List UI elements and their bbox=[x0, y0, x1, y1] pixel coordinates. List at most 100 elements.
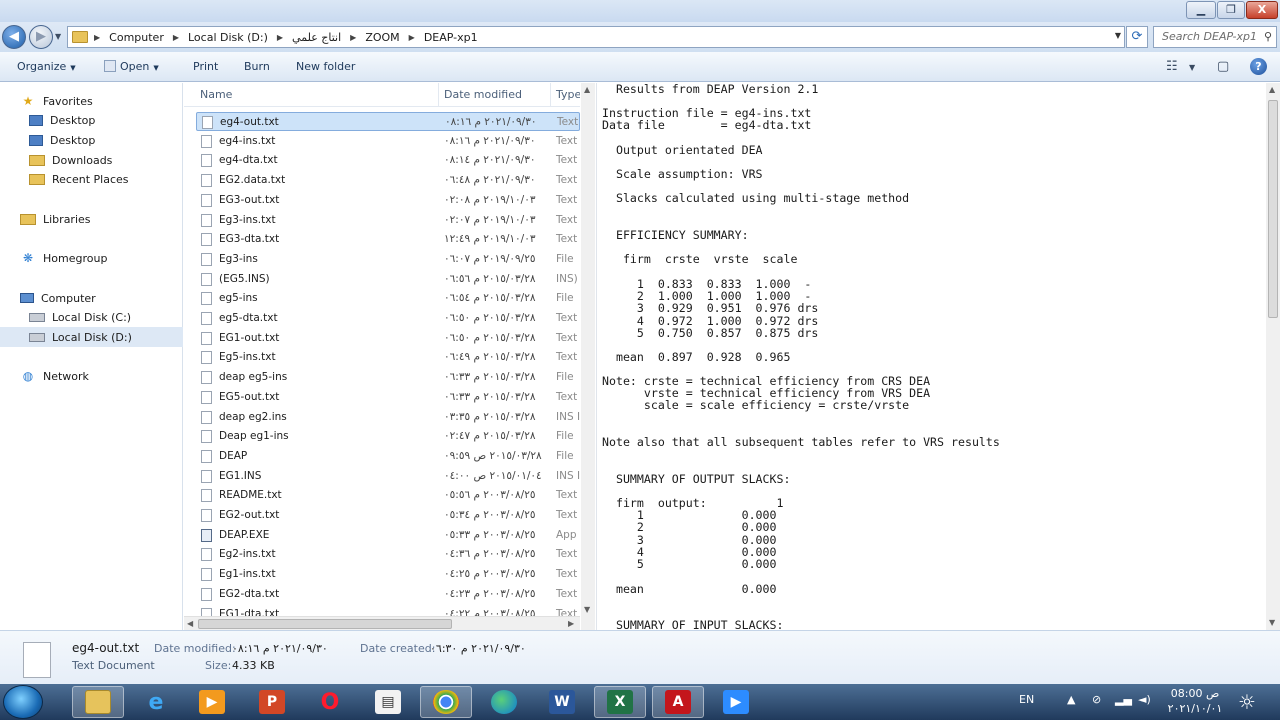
preview-pane-icon[interactable]: ▢ bbox=[1217, 59, 1229, 74]
chevron-right-icon[interactable]: ▶ bbox=[277, 33, 283, 42]
scroll-left-icon[interactable]: ◀ bbox=[187, 619, 193, 628]
nav-libraries[interactable]: Libraries bbox=[0, 209, 183, 229]
taskbar-edge[interactable] bbox=[478, 686, 530, 718]
taskbar-powerpoint[interactable]: P bbox=[246, 686, 298, 718]
nav-favorites[interactable]: ★ Favorites bbox=[0, 91, 183, 111]
language-indicator[interactable]: EN bbox=[1019, 693, 1034, 706]
scroll-down-icon[interactable]: ▼ bbox=[584, 605, 590, 614]
file-row[interactable]: Eg1-ins.txt ٢٠٠٣/٠٨/٢٥ م ٠٤:٢٥ Text bbox=[196, 565, 580, 584]
scrollbar-thumb[interactable] bbox=[198, 619, 452, 629]
maximize-button[interactable]: ❐ bbox=[1217, 1, 1245, 19]
taskbar-chrome[interactable] bbox=[420, 686, 472, 718]
file-row[interactable]: Eg3-ins ٢٠١٩/٠٩/٢٥ م ٠٦:٠٧ File bbox=[196, 250, 580, 269]
column-divider[interactable] bbox=[438, 83, 439, 107]
view-options-icon[interactable]: ☷ bbox=[1166, 59, 1178, 74]
nav-recent-places[interactable]: Recent Places bbox=[0, 169, 183, 189]
scroll-up-icon[interactable]: ▲ bbox=[1269, 85, 1275, 94]
file-row[interactable]: EG2-dta.txt ٢٠٠٣/٠٨/٢٥ م ٠٤:٢٣ Text bbox=[196, 585, 580, 604]
file-row[interactable]: Eg2-ins.txt ٢٠٠٣/٠٨/٢٥ م ٠٤:٣٦ Text bbox=[196, 545, 580, 564]
chevron-right-icon[interactable]: ▶ bbox=[94, 33, 100, 42]
nav-desktop[interactable]: Desktop bbox=[0, 110, 183, 130]
taskbar-zoom[interactable]: ▶ bbox=[710, 686, 762, 718]
chevron-right-icon[interactable]: ▶ bbox=[350, 33, 356, 42]
signal-icon[interactable]: ▂▄ bbox=[1115, 693, 1132, 706]
new-folder-button[interactable]: New folder bbox=[296, 60, 355, 73]
file-row[interactable]: Eg5-ins.txt ٢٠١٥/٠٣/٢٨ م ٠٦:٤٩ Text bbox=[196, 348, 580, 367]
taskbar-opera[interactable]: O bbox=[304, 686, 356, 718]
file-row[interactable]: eg4-ins.txt ٢٠٢١/٠٩/٣٠ م ٠٨:١٦ Text bbox=[196, 132, 580, 151]
scroll-right-icon[interactable]: ▶ bbox=[568, 619, 574, 628]
chevron-down-icon[interactable]: ▼ bbox=[1189, 63, 1195, 72]
file-row[interactable]: Deap eg1-ins ٢٠١٥/٠٣/٢٨ م ٠٢:٤٧ File bbox=[196, 427, 580, 446]
file-row[interactable]: eg4-out.txt ٢٠٢١/٠٩/٣٠ م ٠٨:١٦ Text bbox=[196, 112, 580, 131]
address-bar[interactable]: ▶ Computer ▶ Local Disk (D:) ▶ انتاج علم… bbox=[67, 26, 1125, 48]
help-icon[interactable]: ? bbox=[1250, 58, 1267, 75]
print-button[interactable]: Print bbox=[193, 60, 218, 73]
nav-homegroup[interactable]: ❋ Homegroup bbox=[0, 248, 183, 268]
chevron-right-icon[interactable]: ▶ bbox=[173, 33, 179, 42]
column-type[interactable]: Type bbox=[556, 88, 580, 101]
network-tray-icon[interactable]: ⊘ bbox=[1092, 693, 1101, 706]
show-hidden-icons[interactable]: ▲ bbox=[1067, 693, 1075, 706]
close-button[interactable]: X bbox=[1246, 1, 1278, 19]
file-row[interactable]: EG3-out.txt ٢٠١٩/١٠/٠٣ م ٠٢:٠٨ Text bbox=[196, 191, 580, 210]
file-row[interactable]: EG1-out.txt ٢٠١٥/٠٣/٢٨ م ٠٦:٥٠ Text bbox=[196, 329, 580, 348]
taskbar-word[interactable]: W bbox=[536, 686, 588, 718]
file-row[interactable]: EG1.INS ٢٠١٥/٠١/٠٤ ص ٠٤:٠٠ INS I bbox=[196, 467, 580, 486]
taskbar-acrobat[interactable]: A bbox=[652, 686, 704, 718]
breadcrumb-zoom[interactable]: ZOOM bbox=[365, 31, 399, 44]
open-menu[interactable]: Open ▼ bbox=[104, 60, 159, 73]
file-row[interactable]: EG2-out.txt ٢٠٠٣/٠٨/٢٥ م ٠٥:٣٤ Text bbox=[196, 506, 580, 525]
taskbar-explorer[interactable] bbox=[72, 686, 124, 718]
volume-icon[interactable]: ◄) bbox=[1138, 693, 1151, 706]
nav-network[interactable]: ◍ Network bbox=[0, 366, 183, 386]
file-row[interactable]: EG2.data.txt ٢٠٢١/٠٩/٣٠ م ٠٦:٤٨ Text bbox=[196, 171, 580, 190]
file-row[interactable]: README.txt ٢٠٠٣/٠٨/٢٥ م ٠٥:٥٦ Text bbox=[196, 486, 580, 505]
column-divider[interactable] bbox=[550, 83, 551, 107]
breadcrumb-deap-xp1[interactable]: DEAP-xp1 bbox=[424, 31, 478, 44]
preview-scrollbar[interactable]: ▲ ▼ bbox=[1266, 83, 1280, 630]
taskbar-internet-explorer[interactable]: e bbox=[130, 686, 182, 718]
file-row[interactable]: eg5-dta.txt ٢٠١٥/٠٣/٢٨ م ٠٦:٥٠ Text bbox=[196, 309, 580, 328]
scroll-up-icon[interactable]: ▲ bbox=[584, 85, 590, 94]
file-row[interactable]: DEAP ٢٠١٥/٠٣/٢٨ ص ٠٩:٥٩ File bbox=[196, 447, 580, 466]
clock[interactable]: ص 08:00 ٢٠٢١/١٠/٠١ bbox=[1160, 686, 1230, 716]
column-date-modified[interactable]: Date modified bbox=[444, 88, 522, 101]
address-dropdown-icon[interactable]: ▼ bbox=[1115, 31, 1121, 40]
taskbar-excel[interactable]: X bbox=[594, 686, 646, 718]
refresh-button[interactable]: ⟳ bbox=[1126, 26, 1148, 48]
minimize-button[interactable]: ▁ bbox=[1186, 1, 1216, 19]
scroll-down-icon[interactable]: ▼ bbox=[1269, 618, 1275, 627]
taskbar-notepad[interactable]: ▤ bbox=[362, 686, 414, 718]
nav-computer[interactable]: Computer bbox=[0, 288, 183, 308]
file-row[interactable]: Eg3-ins.txt ٢٠١٩/١٠/٠٣ م ٠٢:٠٧ Text bbox=[196, 211, 580, 230]
file-row[interactable]: EG3-dta.txt ٢٠١٩/١٠/٠٣ م ١٢:٤٩ Text bbox=[196, 230, 580, 249]
nav-local-disk-c[interactable]: Local Disk (C:) bbox=[0, 307, 183, 327]
forward-button[interactable]: ▶ bbox=[29, 25, 53, 49]
chevron-right-icon[interactable]: ▶ bbox=[409, 33, 415, 42]
search-icon[interactable]: ⚲ bbox=[1264, 30, 1272, 43]
scrollbar-thumb[interactable] bbox=[1268, 100, 1278, 318]
taskbar-media-player[interactable]: ▶ bbox=[186, 686, 238, 718]
file-row[interactable]: EG5-out.txt ٢٠١٥/٠٣/٢٨ م ٠٦:٣٣ Text bbox=[196, 388, 580, 407]
nav-local-disk-d[interactable]: Local Disk (D:) bbox=[0, 327, 183, 347]
brightness-icon[interactable]: ☼ bbox=[1238, 690, 1256, 714]
back-button[interactable]: ◀ bbox=[2, 25, 26, 49]
nav-downloads[interactable]: Downloads bbox=[0, 150, 183, 170]
organize-menu[interactable]: Organize ▼ bbox=[17, 60, 76, 73]
file-row[interactable]: eg5-ins ٢٠١٥/٠٣/٢٨ م ٠٦:٥٤ File bbox=[196, 289, 580, 308]
horizontal-scrollbar[interactable]: ◀ ▶ bbox=[184, 616, 580, 630]
burn-button[interactable]: Burn bbox=[244, 60, 270, 73]
nav-desktop[interactable]: Desktop bbox=[0, 130, 183, 150]
start-button[interactable] bbox=[3, 685, 43, 719]
file-row[interactable]: eg4-dta.txt ٢٠٢١/٠٩/٣٠ م ٠٨:١٤ Text bbox=[196, 151, 580, 170]
breadcrumb-local-disk-d[interactable]: Local Disk (D:) bbox=[188, 31, 268, 44]
breadcrumb-arabic-folder[interactable]: انتاج علمي bbox=[292, 31, 341, 44]
file-row[interactable]: deap eg5-ins ٢٠١٥/٠٣/٢٨ م ٠٦:٣٣ File bbox=[196, 368, 580, 387]
column-name[interactable]: Name bbox=[200, 88, 232, 101]
file-row[interactable]: DEAP.EXE ٢٠٠٣/٠٨/٢٥ م ٠٥:٣٣ App bbox=[196, 526, 580, 545]
file-list-scrollbar[interactable]: ▲ ▼ bbox=[581, 83, 595, 630]
search-input[interactable]: Search DEAP-xp1 ⚲ bbox=[1153, 26, 1277, 48]
breadcrumb-computer[interactable]: Computer bbox=[109, 31, 164, 44]
recent-pages-dropdown-icon[interactable]: ▼ bbox=[55, 32, 61, 41]
